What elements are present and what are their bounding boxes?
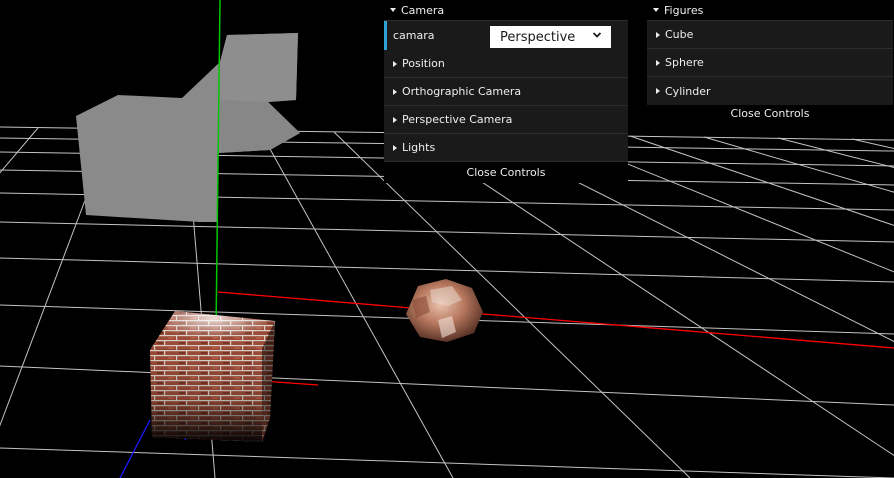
figures-close-controls-button[interactable]: Close Controls bbox=[647, 105, 893, 125]
folder-cube-label: Cube bbox=[665, 28, 694, 41]
x-axis-line bbox=[217, 291, 894, 349]
chevron-right-icon bbox=[393, 116, 397, 123]
folder-cylinder[interactable]: Cylinder bbox=[647, 77, 893, 105]
chevron-down-icon bbox=[390, 8, 396, 12]
folder-lights-label: Lights bbox=[402, 141, 436, 154]
camara-select-value: Perspective bbox=[500, 29, 576, 45]
folder-perspective-camera[interactable]: Perspective Camera bbox=[384, 106, 628, 134]
figures-controls-panel: Figures Cube Sphere Cylinder Close Contr… bbox=[647, 0, 893, 125]
folder-sphere[interactable]: Sphere bbox=[647, 49, 893, 77]
chevron-right-icon bbox=[393, 88, 397, 95]
chevron-right-icon bbox=[393, 144, 397, 151]
camera-controls-panel: Camera camara Perspective Position Ortho… bbox=[384, 0, 628, 183]
folder-sphere-label: Sphere bbox=[665, 56, 704, 69]
folder-position[interactable]: Position bbox=[384, 50, 628, 78]
brick-cube-mesh bbox=[150, 311, 275, 442]
figures-folder-header[interactable]: Figures bbox=[647, 0, 893, 21]
chevron-down-icon bbox=[593, 32, 601, 38]
folder-orthographic-camera[interactable]: Orthographic Camera bbox=[384, 78, 628, 106]
folder-perspective-camera-label: Perspective Camera bbox=[402, 113, 513, 126]
folder-cylinder-label: Cylinder bbox=[665, 84, 711, 98]
chevron-right-icon bbox=[656, 59, 660, 66]
camera-folder-title: Camera bbox=[401, 3, 445, 17]
figures-folder-title: Figures bbox=[664, 3, 704, 17]
camera-close-controls-button[interactable]: Close Controls bbox=[384, 162, 628, 183]
textured-sphere-mesh bbox=[406, 279, 483, 342]
chevron-right-icon bbox=[656, 88, 660, 94]
chevron-right-icon bbox=[656, 31, 660, 38]
gray-cylinder-mesh bbox=[76, 33, 300, 222]
folder-lights[interactable]: Lights bbox=[384, 134, 628, 162]
folder-orthographic-camera-label: Orthographic Camera bbox=[402, 85, 522, 98]
camara-select[interactable]: Perspective bbox=[490, 26, 611, 48]
camara-control-row: camara Perspective bbox=[384, 21, 628, 50]
folder-cube[interactable]: Cube bbox=[647, 21, 893, 49]
z-axis-line-near bbox=[119, 419, 151, 478]
chevron-right-icon bbox=[393, 60, 397, 67]
folder-position-label: Position bbox=[402, 57, 445, 70]
chevron-down-icon bbox=[653, 8, 659, 12]
camera-folder-header[interactable]: Camera bbox=[384, 0, 628, 21]
camara-label: camara bbox=[393, 29, 435, 42]
